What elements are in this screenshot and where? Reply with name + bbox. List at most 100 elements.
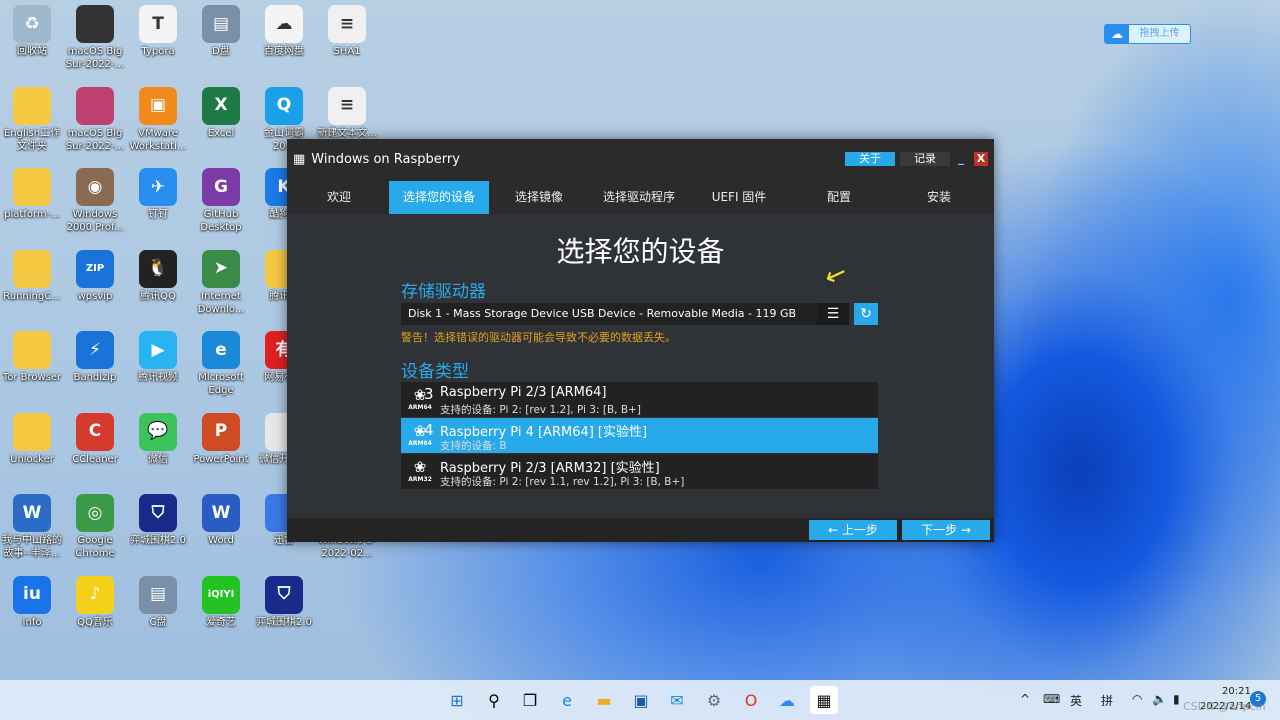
search-button[interactable]: ⚲ [480, 686, 508, 714]
ime-lang[interactable]: 英 [1070, 692, 1082, 709]
app-icon: T [139, 5, 177, 43]
app-icon: ▤ [139, 575, 177, 614]
desktop-icon[interactable]: ☁ 百度网盘 [253, 5, 315, 58]
desktop-icon[interactable]: X Excel [190, 86, 252, 140]
folder-icon: ▬ [596, 690, 612, 710]
device-type-label: 设备类型 [401, 362, 469, 382]
store-button[interactable]: ▣ [627, 686, 655, 714]
desktop-icon[interactable]: macOS Big Sur-2022-... [64, 5, 126, 71]
baidu-netdisk-button[interactable]: ☁ [773, 686, 801, 714]
desktop-icon[interactable]: iQIYI 爱奇艺 [190, 575, 252, 629]
icon-label: macOS Big Sur-2022-... [65, 46, 125, 70]
prev-button[interactable]: ← 上一步 [809, 520, 897, 540]
app-icon: e [202, 331, 240, 369]
desktop-icon[interactable]: C CCleaner [64, 412, 126, 466]
start-button[interactable]: ⊞ [443, 686, 471, 714]
desktop-icon[interactable]: Unlocker [1, 412, 63, 466]
battery-icon[interactable]: ▮ [1173, 692, 1180, 706]
icon-label: Microsoft Edge [198, 372, 244, 396]
desktop-icon[interactable]: iu Info [1, 575, 63, 629]
raspberry-icon: ❀ 4 ARM64 [408, 421, 434, 447]
tray-overflow-icon[interactable]: ^ [1020, 692, 1030, 706]
desktop-icon[interactable]: ▤ D盘 [190, 5, 252, 58]
desktop-icon[interactable]: platform-... [1, 168, 63, 221]
desktop-icon[interactable]: ♻ 回收站 [1, 5, 63, 58]
desktop-icon[interactable]: ▤ C盘 [127, 575, 189, 629]
tab[interactable]: 选择驱动程序 [589, 181, 689, 214]
tab[interactable]: UEFI 固件 [689, 181, 789, 214]
windows-on-raspberry-taskbar-button[interactable]: ▦ [810, 686, 838, 714]
icon-label: Tor Browser [2, 372, 62, 383]
task-view-button[interactable]: ❐ [516, 686, 544, 714]
icon-label: CCleaner [72, 453, 118, 465]
desktop-icon[interactable]: RunningC... [1, 249, 63, 303]
desktop-icon[interactable]: W Word [190, 494, 252, 547]
tab[interactable]: 安装 [889, 181, 989, 214]
file-explorer-button[interactable]: ▬ [590, 686, 618, 714]
desktop-icon[interactable]: Tor Browser [1, 331, 63, 384]
settings-button[interactable]: ⚙ [700, 686, 728, 714]
device-item[interactable]: ❀ ARM32 Raspberry Pi 2/3 [ARM32] [实验性] 支持的设… [401, 454, 878, 490]
desktop-icon[interactable]: 💬 微信 [127, 412, 189, 466]
desktop-icon[interactable]: ⛉ 弈城围棋2.0 [253, 575, 315, 629]
app-icon: ZIP [76, 249, 114, 288]
desktop-icon[interactable]: ▣ VMware Workstati... [127, 86, 189, 153]
about-button[interactable]: 关于 [845, 152, 895, 166]
desktop-icon[interactable]: ZIP wpsvip [64, 249, 126, 303]
clock-time[interactable]: 20:21 [1222, 686, 1251, 697]
desktop-icon[interactable]: ◉ Windows 2000 Prof... [64, 168, 126, 234]
desktop-icon[interactable]: P PowerPoint [190, 412, 252, 466]
close-button[interactable]: X [974, 152, 988, 166]
desktop-icon[interactable]: T Typora [127, 5, 189, 58]
edge-button[interactable]: e [553, 686, 581, 714]
hamburger-icon: ☰ [826, 306, 840, 322]
wifi-icon[interactable]: ◠ [1132, 692, 1142, 706]
device-item[interactable]: ❀ 4 ARM64 Raspberry Pi 4 [ARM64] [实验性] 支持的设备… [401, 418, 878, 454]
desktop-icon[interactable]: ≡ 新建文本文... [316, 86, 378, 140]
app-icon [13, 86, 51, 125]
device-item[interactable]: ❀ 3 ARM64 Raspberry Pi 2/3 [ARM64] 支持的设备: Pi… [401, 382, 878, 418]
desktop-icon[interactable]: ◎ Google Chrome [64, 494, 126, 560]
desktop-icon[interactable]: ➤ Internet Downlo... [190, 249, 252, 316]
icon-label: GitHub Desktop [200, 209, 242, 233]
keyboard-icon[interactable]: ⌨ [1043, 692, 1060, 706]
desktop-icon[interactable]: 🐧 腾讯QQ [127, 249, 189, 303]
bottom-bar: ← 上一步 下一步 → [287, 518, 994, 542]
desktop-icon[interactable]: ⛉ 弈城围棋2.0 [127, 494, 189, 547]
disk-menu-button[interactable]: ☰ [817, 303, 849, 325]
app-icon: ✈ [139, 168, 177, 206]
tab[interactable]: 配置 [789, 181, 889, 214]
desktop-icon[interactable]: English工作文件夹 [1, 86, 63, 153]
refresh-button[interactable]: ↻ [854, 303, 878, 325]
desktop-icon[interactable]: ▶ 腾讯视频 [127, 331, 189, 384]
desktop-icon[interactable]: e Microsoft Edge [190, 331, 252, 397]
desktop-icon[interactable]: ✈ 钉钉 [127, 168, 189, 221]
app-icon: ♪ [76, 575, 114, 614]
desktop-icon[interactable]: ⚡ Bandizip [64, 331, 126, 384]
app-icon: 🐧 [139, 249, 177, 288]
desktop-icon[interactable]: G GitHub Desktop [190, 168, 252, 234]
disk-select[interactable]: Disk 1 - Mass Storage Device USB Device … [401, 303, 849, 325]
app-icon: 💬 [139, 412, 177, 451]
desktop-icon[interactable]: W 我与中山路的故事--丰泽... [1, 494, 63, 560]
icon-label: 腾讯QQ [140, 290, 176, 302]
log-button[interactable]: 记录 [900, 152, 950, 166]
tab[interactable]: 欢迎 [289, 181, 389, 214]
desktop-icon[interactable]: macOS Big Sur-2022-... [64, 86, 126, 153]
icon-label: Typora [141, 46, 175, 57]
ime-mode[interactable]: 拼 [1101, 692, 1113, 709]
next-button[interactable]: 下一步 → [902, 520, 990, 540]
minimize-button[interactable]: _ [955, 152, 967, 166]
office-button[interactable]: O [737, 686, 765, 714]
baidu-upload-widget[interactable]: ☁ 拖拽上传 [1104, 24, 1191, 44]
desktop-icon[interactable]: ≡ SHA1 [316, 5, 378, 58]
desktop-icon[interactable]: ♪ QQ音乐 [64, 575, 126, 629]
volume-icon[interactable]: 🔈 [1152, 692, 1167, 706]
app-icon: ≡ [328, 86, 366, 125]
tab[interactable]: 选择镜像 [489, 181, 589, 214]
icon-label: English工作文件夹 [3, 127, 61, 152]
icon-label: 百度网盘 [264, 46, 304, 57]
store-icon: ▣ [633, 690, 649, 710]
mail-button[interactable]: ✉ [663, 686, 691, 714]
tab[interactable]: 选择您的设备 [389, 181, 489, 214]
